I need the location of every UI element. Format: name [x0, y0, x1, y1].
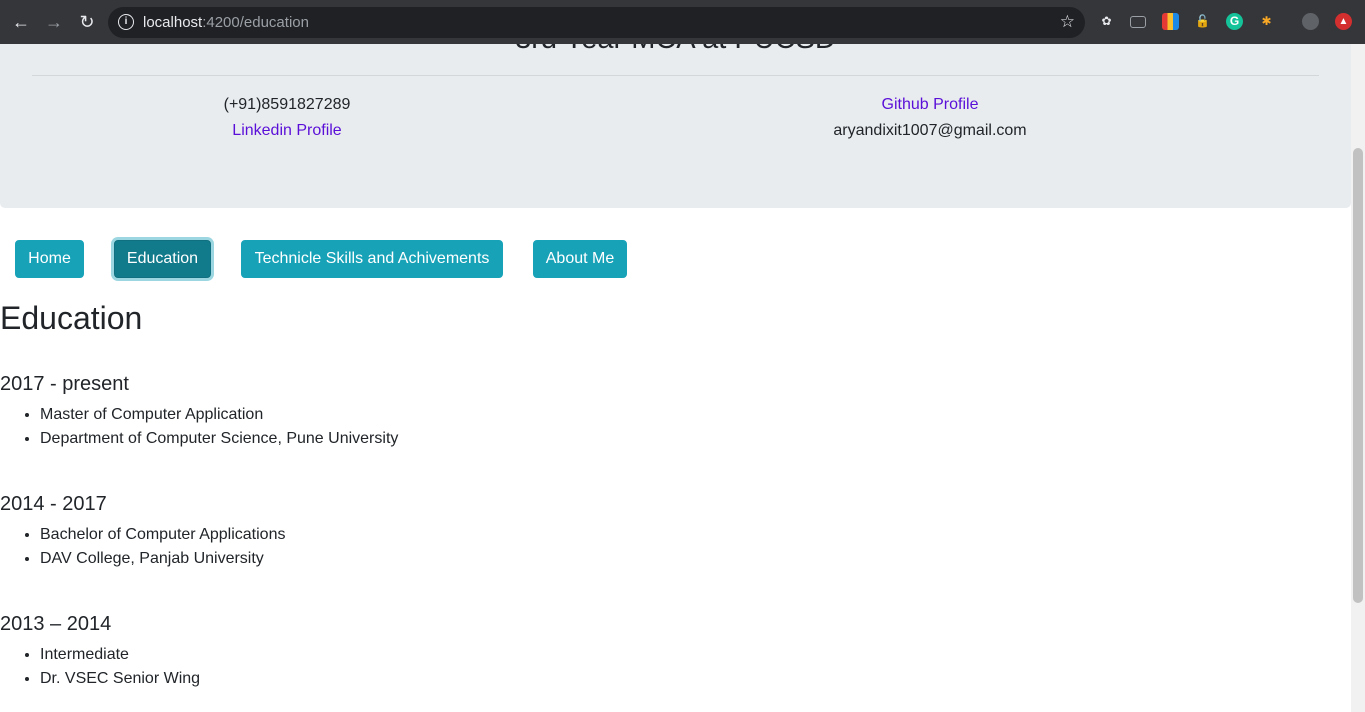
- back-icon[interactable]: ←: [10, 11, 32, 33]
- browser-toolbar: ← → ↻ i localhost:4200/education ☆ ✿ 🔓 G…: [0, 0, 1365, 44]
- vertical-scrollbar[interactable]: [1351, 44, 1365, 712]
- site-info-icon[interactable]: i: [118, 14, 134, 30]
- extension-gnome-icon[interactable]: ✿: [1098, 13, 1115, 30]
- extension-lock-icon[interactable]: 🔓: [1194, 13, 1211, 30]
- divider: [32, 75, 1319, 76]
- list-item: DAV College, Panjab University: [40, 547, 285, 571]
- linkedin-link[interactable]: Linkedin Profile: [137, 122, 437, 140]
- reload-icon[interactable]: ↻: [76, 11, 98, 33]
- extension-color-icon[interactable]: [1162, 13, 1179, 30]
- url-path: :4200/education: [202, 14, 309, 31]
- education-button[interactable]: Education: [114, 240, 211, 278]
- url-host: localhost: [143, 14, 203, 31]
- list-item: Intermediate: [40, 643, 200, 667]
- phone-number: (+91)8591827289: [223, 96, 351, 113]
- update-icon[interactable]: ▲: [1335, 13, 1352, 30]
- section-list: Master of Computer Application Departmen…: [40, 403, 398, 451]
- list-item: Master of Computer Application: [40, 403, 398, 427]
- list-item: Department of Computer Science, Pune Uni…: [40, 427, 398, 451]
- extension-grammarly-icon[interactable]: G: [1226, 13, 1243, 30]
- section-period: 2014 - 2017: [0, 493, 107, 515]
- github-link[interactable]: Github Profile: [780, 96, 1080, 114]
- page-title: Education: [0, 300, 143, 336]
- extension-bug-icon[interactable]: ✱: [1258, 13, 1275, 30]
- forward-icon[interactable]: →: [43, 11, 65, 33]
- skills-button[interactable]: Technicle Skills and Achivements: [241, 240, 503, 278]
- bookmark-star-icon[interactable]: ☆: [1060, 12, 1075, 32]
- profile-avatar[interactable]: [1302, 13, 1319, 30]
- email-address: aryandixit1007@gmail.com: [833, 122, 1027, 139]
- section-list: Bachelor of Computer Applications DAV Co…: [40, 523, 285, 571]
- section-period: 2017 - present: [0, 373, 129, 395]
- page-viewport: 3rd Year MCA at PUCSD (+91)8591827289 Li…: [0, 44, 1351, 712]
- list-item: Bachelor of Computer Applications: [40, 523, 285, 547]
- about-me-button[interactable]: About Me: [533, 240, 627, 278]
- list-item: Dr. VSEC Senior Wing: [40, 667, 200, 691]
- section-list: Intermediate Dr. VSEC Senior Wing: [40, 643, 200, 691]
- home-button[interactable]: Home: [15, 240, 84, 278]
- section-period: 2013 – 2014: [0, 613, 112, 635]
- address-bar[interactable]: i localhost:4200/education ☆: [108, 7, 1085, 38]
- profile-subtitle: 3rd Year MCA at PUCSD: [0, 44, 1351, 56]
- scrollbar-thumb[interactable]: [1353, 148, 1363, 603]
- extension-mail-icon[interactable]: [1130, 16, 1146, 28]
- url-text[interactable]: localhost:4200/education: [143, 14, 309, 31]
